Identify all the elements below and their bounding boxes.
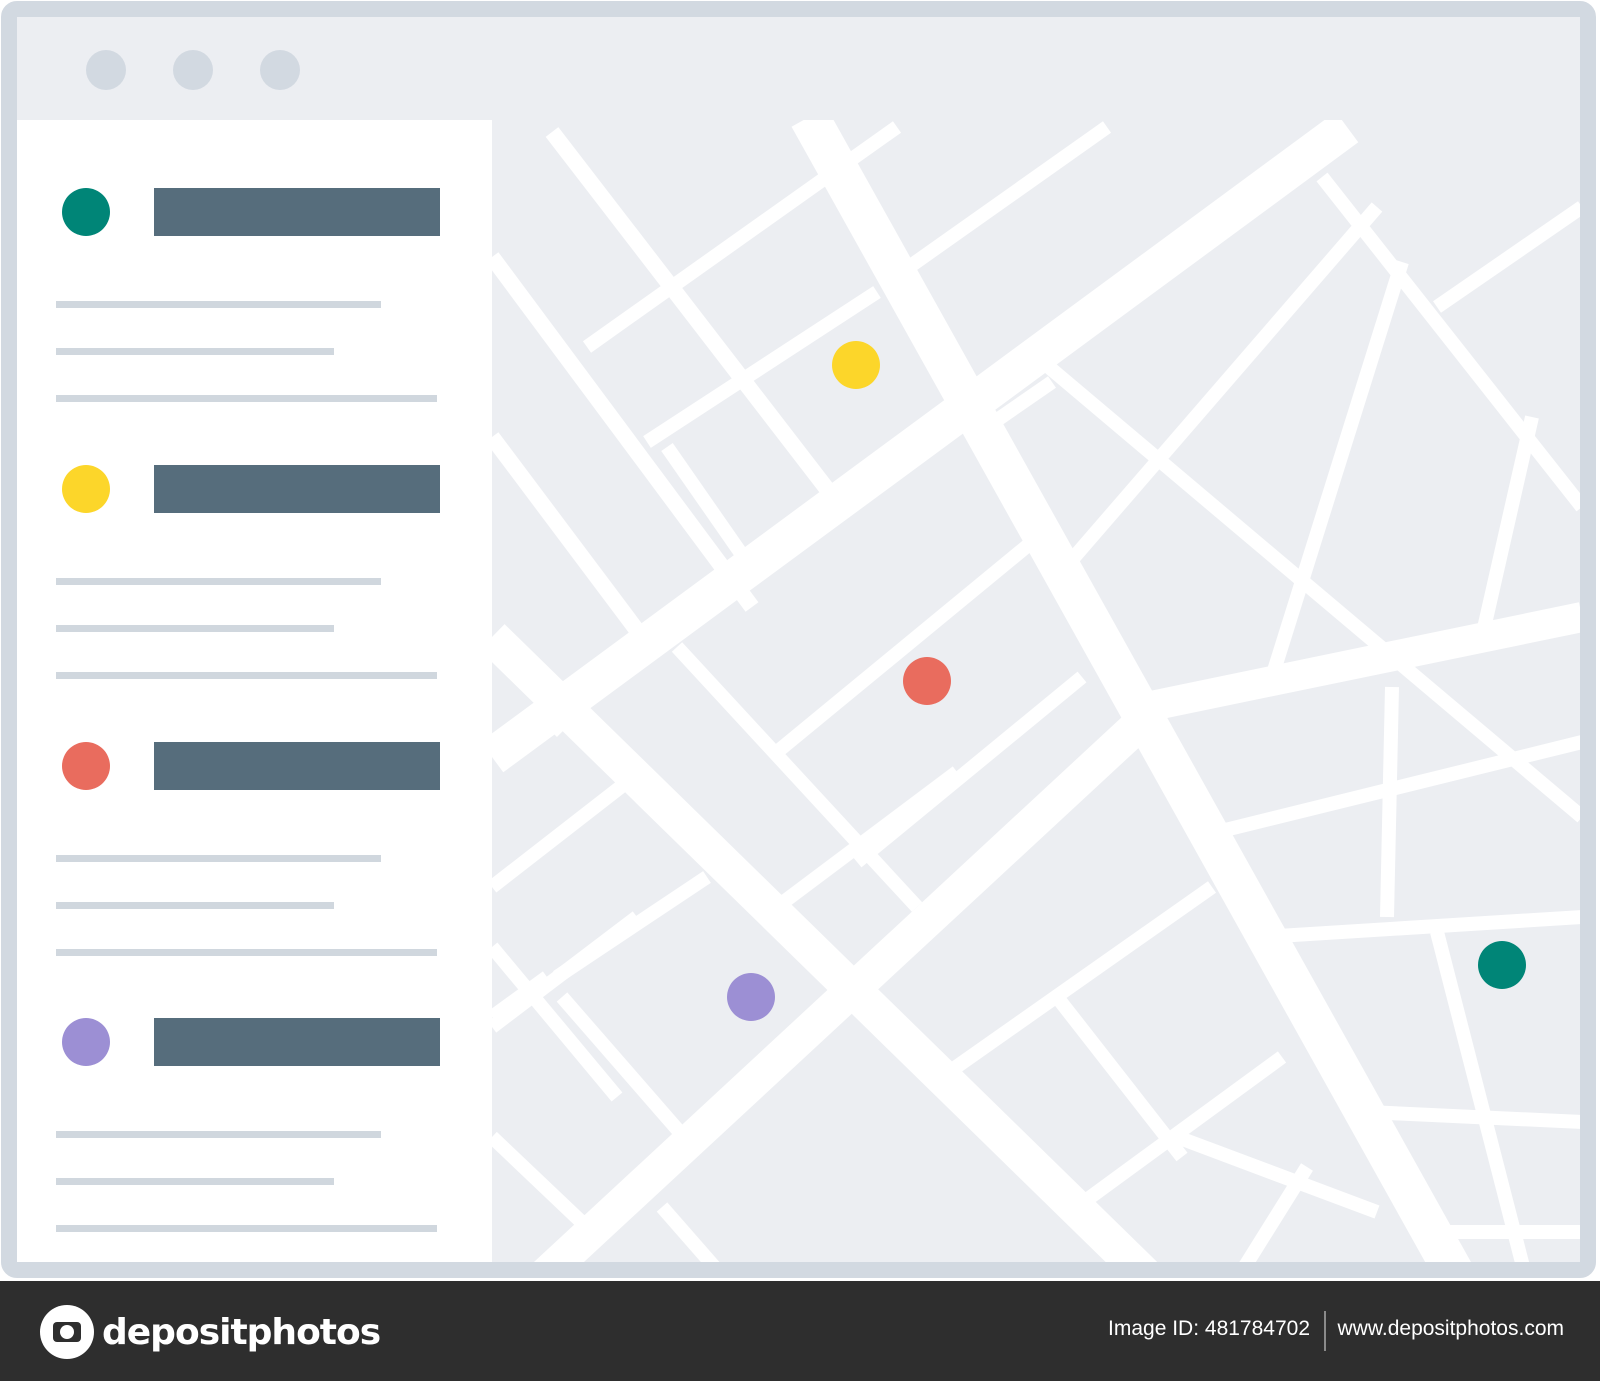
footer-divider bbox=[1324, 1311, 1326, 1351]
road bbox=[492, 1131, 597, 1238]
location-pin-icon bbox=[62, 465, 110, 513]
road bbox=[1174, 1130, 1380, 1219]
location-list-item[interactable] bbox=[17, 714, 492, 964]
road bbox=[1051, 202, 1383, 582]
window-control-3[interactable] bbox=[260, 50, 300, 90]
road bbox=[852, 671, 1087, 868]
camera-icon bbox=[40, 1305, 94, 1359]
location-pin-icon bbox=[62, 742, 110, 790]
map-pin-marker[interactable] bbox=[727, 973, 775, 1021]
street-map bbox=[492, 120, 1580, 1262]
map-pin-marker[interactable] bbox=[903, 657, 951, 705]
road bbox=[656, 1202, 720, 1262]
road bbox=[1433, 201, 1580, 313]
road bbox=[545, 127, 844, 507]
map-pin-marker[interactable] bbox=[1478, 941, 1526, 989]
text-line-placeholder bbox=[56, 1178, 334, 1185]
road bbox=[1475, 415, 1539, 639]
location-list-panel bbox=[17, 120, 492, 1262]
item-title-placeholder bbox=[154, 188, 440, 236]
item-title-placeholder bbox=[154, 465, 440, 513]
text-line-placeholder bbox=[56, 672, 437, 679]
road bbox=[937, 881, 1217, 1083]
text-line-placeholder bbox=[56, 902, 334, 909]
road bbox=[492, 776, 632, 893]
road bbox=[1051, 992, 1188, 1162]
site-url-text: www.depositphotos.com bbox=[1337, 1317, 1564, 1340]
road bbox=[1072, 1051, 1287, 1213]
road bbox=[547, 717, 567, 737]
location-pin-icon bbox=[62, 1018, 110, 1066]
text-line-placeholder bbox=[56, 395, 437, 402]
location-list-item[interactable] bbox=[17, 160, 492, 410]
road bbox=[897, 121, 1112, 278]
location-list-item[interactable] bbox=[17, 990, 492, 1240]
browser-window bbox=[1, 1, 1596, 1278]
window-control-1[interactable] bbox=[86, 50, 126, 90]
road bbox=[1215, 735, 1580, 839]
road bbox=[556, 992, 703, 1157]
brand-name: depositphotos bbox=[102, 1311, 381, 1353]
location-pin-icon bbox=[62, 188, 110, 236]
item-title-placeholder bbox=[154, 1018, 440, 1066]
brand-logo: depositphotos bbox=[40, 1305, 381, 1359]
illustration-canvas: depositphotos Image ID: 481784702 www.de… bbox=[0, 0, 1600, 1381]
text-line-placeholder bbox=[56, 301, 381, 308]
road bbox=[1366, 1105, 1580, 1129]
road bbox=[772, 536, 1037, 758]
stock-watermark-footer: depositphotos Image ID: 481784702 www.de… bbox=[0, 1281, 1600, 1381]
image-id-text: Image ID: 481784702 bbox=[1108, 1317, 1310, 1340]
title-bar bbox=[17, 17, 1580, 120]
map-view[interactable] bbox=[492, 120, 1580, 1262]
road bbox=[1118, 602, 1580, 727]
road bbox=[1239, 1163, 1313, 1262]
road bbox=[1261, 910, 1580, 944]
window-control-2[interactable] bbox=[173, 50, 213, 90]
road bbox=[492, 942, 623, 1102]
road bbox=[1380, 686, 1399, 918]
road bbox=[492, 252, 759, 612]
road bbox=[1316, 172, 1580, 512]
item-title-placeholder bbox=[154, 742, 440, 790]
text-line-placeholder bbox=[56, 348, 334, 355]
text-line-placeholder bbox=[56, 1225, 437, 1232]
location-list-item[interactable] bbox=[17, 437, 492, 687]
text-line-placeholder bbox=[56, 1131, 381, 1138]
text-line-placeholder bbox=[56, 625, 334, 632]
road bbox=[492, 432, 664, 662]
text-line-placeholder bbox=[56, 855, 381, 862]
text-line-placeholder bbox=[56, 578, 381, 585]
map-pin-marker[interactable] bbox=[832, 341, 880, 389]
text-line-placeholder bbox=[56, 949, 437, 956]
